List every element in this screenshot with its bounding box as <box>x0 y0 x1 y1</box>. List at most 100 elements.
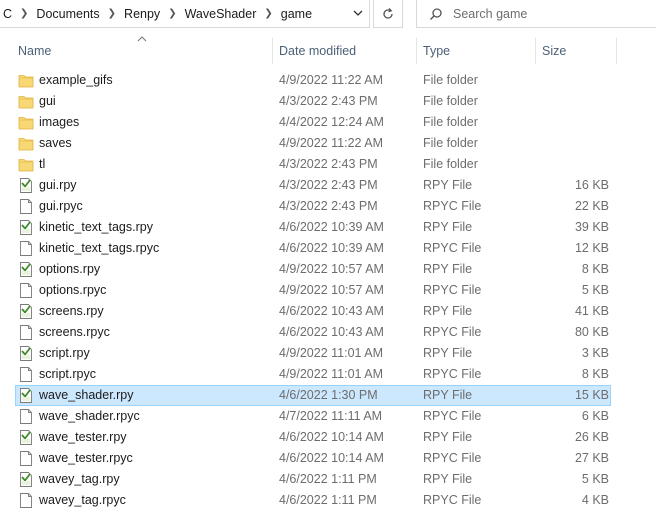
file-name: gui.rpyc <box>39 199 83 213</box>
search-placeholder: Search game <box>453 6 528 21</box>
file-row[interactable]: example_gifs 4/9/2022 11:22 AM File folder <box>0 70 656 91</box>
breadcrumb-renpy[interactable]: Renpy <box>122 7 162 21</box>
refresh-icon <box>383 7 393 19</box>
file-row[interactable]: wave_tester.rpy 4/6/2022 10:14 AM RPY File… <box>0 427 656 448</box>
file-date-modified: 4/9/2022 10:57 AM <box>279 262 384 276</box>
file-row[interactable]: images 4/4/2022 12:24 AM File folder <box>0 112 656 133</box>
file-date-modified: 4/6/2022 10:43 AM <box>279 304 384 318</box>
folder-icon <box>18 72 34 89</box>
rpy-file-icon <box>18 429 34 446</box>
file-size: 8 KB <box>581 367 609 381</box>
file-row[interactable]: tl 4/3/2022 2:43 PM File folder <box>0 154 656 175</box>
blank-file-icon <box>18 408 34 425</box>
folder-icon <box>18 93 34 110</box>
file-type: RPY File <box>423 472 473 486</box>
file-row[interactable]: options.rpy 4/9/2022 10:57 AM RPY File 8 KB <box>0 259 656 280</box>
rpy-file-icon <box>18 471 34 488</box>
file-row[interactable]: wavey_tag.rpy 4/6/2022 1:11 PM RPY File 5 K… <box>0 469 656 490</box>
file-row[interactable]: wavey_tag.rpyc 4/6/2022 1:11 PM RPYC File 4… <box>0 490 656 511</box>
file-row[interactable]: saves 4/9/2022 11:22 AM File folder <box>0 133 656 154</box>
file-name: wave_shader.rpy <box>39 388 134 402</box>
file-size: 15 KB <box>574 388 609 402</box>
file-type: RPY File <box>423 346 473 360</box>
file-row[interactable]: options.rpyc 4/9/2022 10:57 AM RPYC File 5 … <box>0 280 656 301</box>
file-date-modified: 4/9/2022 11:01 AM <box>279 346 384 360</box>
rpy-file-icon <box>18 345 34 362</box>
file-row[interactable]: kinetic_text_tags.rpy 4/6/2022 10:39 AM RP… <box>0 217 656 238</box>
file-type: RPYC File <box>423 283 482 297</box>
file-row[interactable]: screens.rpyc 4/6/2022 10:43 AM RPYC File 80… <box>0 322 656 343</box>
file-row[interactable]: script.rpy 4/9/2022 11:01 AM RPY File 3 KB <box>0 343 656 364</box>
refresh-button[interactable] <box>373 0 403 28</box>
column-header-type[interactable]: Type <box>423 38 450 64</box>
file-name: script.rpy <box>39 346 90 360</box>
blank-file-icon <box>18 366 34 383</box>
address-bar[interactable]: C ❯ Documents ❯ Renpy ❯ WaveShader ❯ gam… <box>0 0 370 28</box>
file-row[interactable]: gui.rpy 4/3/2022 2:43 PM RPY File 16 KB <box>0 175 656 196</box>
file-row[interactable]: screens.rpy 4/6/2022 10:43 AM RPY File 41 K… <box>0 301 656 322</box>
column-header-size[interactable]: Size <box>542 38 566 64</box>
file-type: RPY File <box>423 262 473 276</box>
file-row[interactable]: wave_shader.rpy 4/6/2022 1:30 PM RPY File 1… <box>0 385 656 406</box>
file-name: example_gifs <box>39 73 113 87</box>
file-name: kinetic_text_tags.rpy <box>39 220 153 234</box>
column-header-name[interactable]: Name <box>18 38 51 64</box>
file-type: RPY File <box>423 430 473 444</box>
file-date-modified: 4/6/2022 10:39 AM <box>279 220 384 234</box>
file-type: File folder <box>423 157 478 171</box>
file-name: images <box>39 115 80 129</box>
blank-file-icon <box>18 240 34 257</box>
blank-file-icon <box>18 198 34 215</box>
file-type: RPY File <box>423 220 473 234</box>
file-row[interactable]: wave_tester.rpyc 4/6/2022 10:14 AM RPYC Fi… <box>0 448 656 469</box>
file-row[interactable]: gui.rpyc 4/3/2022 2:43 PM RPYC File 22 KB <box>0 196 656 217</box>
file-date-modified: 4/6/2022 10:43 AM <box>279 325 384 339</box>
file-size: 22 KB <box>574 199 609 213</box>
file-name: wave_shader.rpyc <box>39 409 140 423</box>
file-size: 12 KB <box>574 241 609 255</box>
column-divider[interactable] <box>616 38 617 64</box>
file-type: RPYC File <box>423 199 482 213</box>
column-divider[interactable] <box>272 38 273 64</box>
file-size: 5 KB <box>581 283 609 297</box>
rpy-file-icon <box>18 303 34 320</box>
file-name: tl <box>39 157 46 171</box>
chevron-right-icon: ❯ <box>264 8 273 19</box>
file-name: wavey_tag.rpyc <box>39 493 126 507</box>
file-row[interactable]: kinetic_text_tags.rpyc 4/6/2022 10:39 AM R… <box>0 238 656 259</box>
file-name: kinetic_text_tags.rpyc <box>39 241 160 255</box>
file-size: 3 KB <box>581 346 609 360</box>
file-type: RPYC File <box>423 451 482 465</box>
file-type: File folder <box>423 115 478 129</box>
breadcrumb-game[interactable]: game <box>279 7 314 21</box>
file-row[interactable]: wave_shader.rpyc 4/7/2022 11:11 AM RPYC Fi… <box>0 406 656 427</box>
folder-icon <box>18 135 34 152</box>
file-row[interactable]: gui 4/3/2022 2:43 PM File folder <box>0 91 656 112</box>
search-input[interactable]: Search game <box>416 0 656 28</box>
chevron-down-icon[interactable] <box>351 6 365 20</box>
file-date-modified: 4/3/2022 2:43 PM <box>279 157 378 171</box>
blank-file-icon <box>18 492 34 509</box>
search-icon <box>430 7 442 20</box>
blank-file-icon <box>18 282 34 299</box>
file-type: File folder <box>423 94 478 108</box>
folder-icon <box>18 156 34 173</box>
file-list: example_gifs 4/9/2022 11:22 AM File folder… <box>0 70 656 511</box>
file-size: 27 KB <box>574 451 609 465</box>
file-size: 8 KB <box>581 262 609 276</box>
column-divider[interactable] <box>416 38 417 64</box>
file-date-modified: 4/6/2022 10:14 AM <box>279 430 384 444</box>
breadcrumb-drive[interactable]: C <box>1 7 14 21</box>
file-type: RPY File <box>423 178 473 192</box>
file-row[interactable]: script.rpyc 4/9/2022 11:01 AM RPYC File 8 K… <box>0 364 656 385</box>
column-divider[interactable] <box>535 38 536 64</box>
sort-ascending-icon <box>137 36 147 42</box>
breadcrumb-waveshader[interactable]: WaveShader <box>183 7 259 21</box>
file-name: saves <box>39 136 72 150</box>
file-name: screens.rpyc <box>39 325 110 339</box>
file-type: RPY File <box>423 304 473 318</box>
file-name: script.rpyc <box>39 367 96 381</box>
breadcrumb-documents[interactable]: Documents <box>34 7 101 21</box>
column-header-date[interactable]: Date modified <box>279 38 356 64</box>
file-name: gui <box>39 94 56 108</box>
